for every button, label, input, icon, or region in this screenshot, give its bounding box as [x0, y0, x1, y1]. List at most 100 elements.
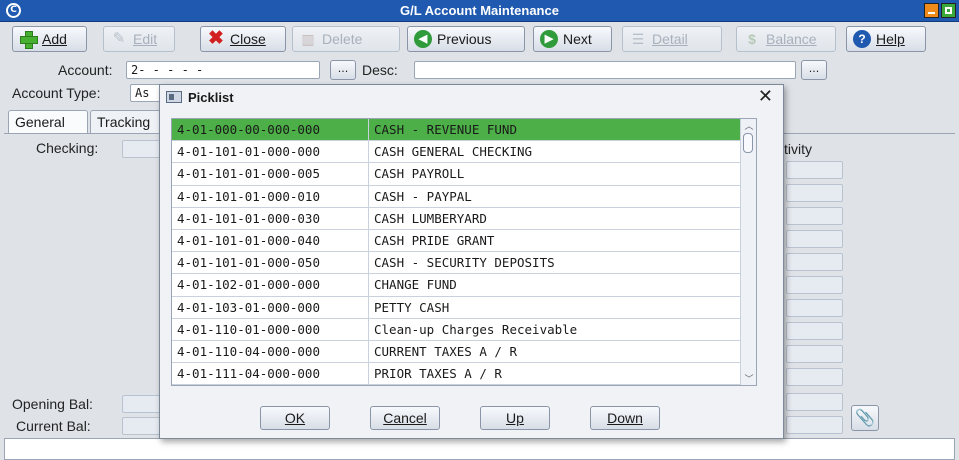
previous-button[interactable]: ◀ Previous [407, 26, 525, 52]
dialog-header: Picklist ✕ [160, 85, 783, 111]
account-number-cell: 4-01-000-00-000-000 [172, 119, 369, 141]
list-item[interactable]: 4-01-110-01-000-000 Clean-up Charges Rece… [172, 318, 756, 341]
account-description-cell: CASH GENERAL CHECKING [374, 144, 533, 160]
desc-field[interactable] [414, 61, 796, 79]
toolbar: Add ✎ Edit ✖ Close ▥ Delete ◀ Previous ▶… [0, 22, 959, 56]
plus-icon [19, 30, 38, 49]
list-item[interactable]: 4-01-101-01-000-040 CASH PRIDE GRANT [172, 230, 756, 253]
balance-button[interactable]: $ Balance [736, 26, 836, 52]
title-bar: C G/L Account Maintenance [0, 0, 959, 22]
account-description-cell: CURRENT TAXES A / R [374, 344, 517, 359]
activity-field[interactable] [786, 253, 843, 271]
trash-icon: ▥ [301, 31, 315, 47]
pencil-icon: ✎ [112, 30, 126, 47]
close-icon: ✖ [208, 28, 224, 49]
account-number-cell: 4-01-111-04-000-000 [172, 363, 369, 385]
picklist-dialog: Picklist ✕ 4-01-000-00-000-000 CASH - REV… [159, 84, 784, 439]
dialog-title: Picklist [188, 90, 234, 105]
account-description-cell: CASH - PAYPAL [374, 188, 472, 204]
add-button[interactable]: Add [12, 26, 87, 52]
tab-tracking[interactable]: Tracking [90, 110, 170, 134]
account-number-cell: 4-01-102-01-000-000 [172, 274, 369, 296]
account-number-cell: 4-01-101-01-000-030 [172, 207, 369, 229]
activity-field[interactable] [786, 299, 843, 317]
account-description-cell: PRIOR TAXES A / R [374, 366, 502, 382]
tab-general[interactable]: General [8, 110, 88, 134]
account-number-cell: 4-01-101-01-000-000 [172, 141, 369, 163]
detail-list-icon: ☰ [631, 31, 645, 47]
detail-button[interactable]: ☰ Detail [622, 26, 722, 52]
cancel-button[interactable]: Cancel [370, 406, 440, 430]
help-button[interactable]: ? Help [846, 26, 926, 52]
list-item[interactable]: 4-01-101-01-000-030 CASH LUMBERYARD [172, 207, 756, 230]
next-button[interactable]: ▶ Next [533, 26, 612, 52]
checking-field[interactable] [122, 140, 162, 158]
activity-field[interactable] [786, 345, 843, 363]
down-button[interactable]: Down [590, 406, 660, 430]
desc-label: Desc: [362, 62, 398, 78]
activity-field[interactable] [786, 207, 843, 225]
list-item[interactable]: 4-01-110-04-000-000 CURRENT TAXES A / R [172, 341, 756, 364]
activity-field[interactable] [786, 393, 843, 411]
attachment-button[interactable]: 📎 [851, 405, 879, 431]
account-lookup-button[interactable]: ... [330, 60, 356, 80]
account-description-cell: CASH - SECURITY DEPOSITS [374, 255, 555, 271]
activity-field[interactable] [786, 230, 843, 248]
ok-button[interactable]: OK [260, 406, 330, 430]
list-item[interactable]: 4-01-000-00-000-000 CASH - REVENUE FUND [172, 119, 756, 142]
arrow-right-icon: ▶ [540, 30, 558, 48]
picklist-list[interactable]: 4-01-000-00-000-000 CASH - REVENUE FUND 4-… [171, 118, 757, 386]
account-description-cell: CHANGE FUND [374, 277, 457, 293]
account-number-cell: 4-01-101-01-000-040 [172, 230, 369, 252]
activity-header: tivity [784, 141, 812, 157]
account-description-cell: CASH LUMBERYARD [374, 210, 487, 226]
minimize-button[interactable] [924, 3, 939, 18]
list-scrollbar[interactable]: ︿ ﹀ [740, 119, 756, 385]
account-description-cell: Clean-up Charges Receivable [374, 321, 578, 337]
current-bal-label: Current Bal: [16, 418, 91, 434]
arrow-left-icon: ◀ [414, 30, 432, 48]
window-title: G/L Account Maintenance [400, 3, 559, 18]
list-item[interactable]: 4-01-101-01-000-010 CASH - PAYPAL [172, 185, 756, 208]
activity-field[interactable] [786, 416, 843, 434]
account-number-cell: 4-01-101-01-000-010 [172, 185, 369, 207]
scroll-thumb[interactable] [743, 133, 753, 153]
up-button[interactable]: Up [480, 406, 550, 430]
activity-field[interactable] [786, 184, 843, 202]
activity-field[interactable] [786, 276, 843, 294]
account-number-cell: 4-01-110-04-000-000 [172, 341, 369, 363]
opening-bal-label: Opening Bal: [12, 396, 93, 412]
account-field[interactable]: 2- - - - - [126, 61, 320, 79]
activity-field[interactable] [786, 368, 843, 386]
paperclip-icon: 📎 [855, 408, 875, 427]
list-item[interactable]: 4-01-111-04-000-000 PRIOR TAXES A / R [172, 363, 756, 385]
list-item[interactable]: 4-01-101-01-000-050 CASH - SECURITY DEPOS… [172, 252, 756, 275]
scroll-up-arrow-icon[interactable]: ︿ [741, 119, 756, 132]
list-item[interactable]: 4-01-102-01-000-000 CHANGE FUND [172, 274, 756, 297]
delete-button[interactable]: ▥ Delete [292, 26, 400, 52]
maximize-button[interactable] [941, 3, 956, 18]
list-item[interactable]: 4-01-101-01-000-005 CASH PAYROLL [172, 163, 756, 186]
edit-button[interactable]: ✎ Edit [103, 26, 175, 52]
desc-lookup-button[interactable]: ... [801, 60, 827, 80]
account-number-cell: 4-01-110-01-000-000 [172, 318, 369, 340]
account-number-cell: 4-01-101-01-000-005 [172, 163, 369, 185]
account-description-cell: CASH PAYROLL [374, 166, 465, 182]
close-button[interactable]: ✖ Close [200, 26, 286, 52]
window-icon [166, 91, 182, 103]
opening-bal-field[interactable] [122, 395, 162, 413]
activity-field[interactable] [786, 161, 843, 179]
account-label: Account: [58, 62, 113, 78]
current-bal-field[interactable] [122, 417, 162, 435]
account-description-cell: PETTY CASH [374, 299, 450, 315]
account-number-cell: 4-01-101-01-000-050 [172, 252, 369, 274]
list-item[interactable]: 4-01-101-01-000-000 CASH GENERAL CHECKING [172, 141, 756, 164]
account-description-cell: CASH PRIDE GRANT [374, 233, 495, 248]
account-type-label: Account Type: [12, 85, 101, 101]
help-icon: ? [853, 30, 871, 48]
scroll-down-arrow-icon[interactable]: ﹀ [741, 372, 756, 385]
dollar-icon: $ [748, 31, 756, 47]
activity-field[interactable] [786, 322, 843, 340]
list-item[interactable]: 4-01-103-01-000-000 PETTY CASH [172, 296, 756, 319]
dialog-close-button[interactable]: ✕ [758, 87, 773, 107]
